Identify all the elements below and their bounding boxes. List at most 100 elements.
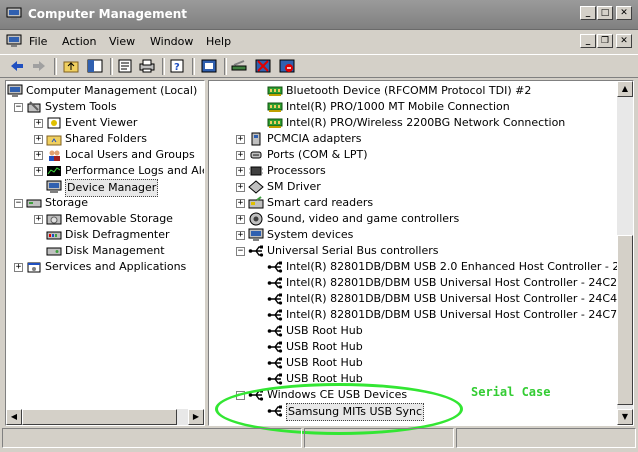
properties-icon[interactable] <box>116 58 134 74</box>
tree-item-label: Smart card readers <box>267 196 374 209</box>
expand-icon[interactable]: + <box>236 167 245 176</box>
help-icon[interactable]: ? <box>168 58 186 74</box>
device-list-pane: Bluetooth Device (RFCOMM Protocol TDI) #… <box>208 80 634 426</box>
back-arrow-icon[interactable] <box>8 58 26 74</box>
tree-item-label: PCMCIA adapters <box>267 132 362 145</box>
tree-item-label: Intel(R) 82801DB/DBM USB 2.0 Enhanced Ho… <box>286 260 634 273</box>
expand-icon[interactable]: + <box>34 215 43 224</box>
tree-item[interactable]: + PCMCIA adapters <box>209 131 609 147</box>
horizontal-scrollbar[interactable]: ◀ ▶ <box>6 409 204 425</box>
menu-file[interactable]: File <box>29 35 47 48</box>
tree-item-label: Performance Logs and Alerts <box>65 164 204 177</box>
scan-hardware-icon[interactable] <box>200 58 218 74</box>
pcmcia-icon <box>251 132 261 146</box>
tree-item[interactable]: − Storage <box>6 195 204 211</box>
collapse-icon[interactable]: − <box>14 199 23 208</box>
ports-icon <box>250 151 262 159</box>
tree-item[interactable]: Intel(R) PRO/1000 MT Mobile Connection <box>209 99 609 115</box>
tree-item[interactable]: + Performance Logs and Alerts <box>6 163 204 179</box>
tree-item[interactable]: + Processors <box>209 163 609 179</box>
scroll-thumb[interactable] <box>617 235 633 405</box>
expand-icon[interactable]: + <box>236 183 245 192</box>
uninstall-icon[interactable] <box>254 58 272 74</box>
tree-item[interactable]: + Sound, video and game controllers <box>209 211 609 227</box>
tree-item-label: Event Viewer <box>65 116 138 129</box>
tree-item[interactable]: Bluetooth Device (RFCOMM Protocol TDI) #… <box>209 83 609 99</box>
print-icon[interactable] <box>138 58 156 74</box>
tree-item[interactable]: Intel(R) 82801DB/DBM USB Universal Host … <box>209 275 617 291</box>
tree-item[interactable]: + Shared Folders <box>6 131 204 147</box>
tree-item[interactable]: USB Root Hub <box>209 355 609 371</box>
mdi-restore-button[interactable]: ❐ <box>597 34 613 48</box>
usb-icon <box>267 261 283 273</box>
tree-item-label: USB Root Hub <box>286 340 363 353</box>
tree-item[interactable]: −Computer Management (Local) <box>6 83 204 99</box>
toolbar-separator <box>110 58 113 75</box>
tree-item[interactable]: Intel(R) 82801DB/DBM USB 2.0 Enhanced Ho… <box>209 259 633 275</box>
scroll-left-button[interactable]: ◀ <box>6 409 22 425</box>
defrag-icon <box>46 231 62 240</box>
tree-item[interactable]: Disk Defragmenter <box>6 227 204 243</box>
status-bar <box>2 428 636 448</box>
scroll-up-button[interactable]: ▲ <box>617 81 633 97</box>
tree-item[interactable]: USB Root Hub <box>209 323 609 339</box>
menu-action[interactable]: Action <box>62 35 96 48</box>
tree-item[interactable]: + SM Driver <box>209 179 609 195</box>
menu-view[interactable]: View <box>109 35 135 48</box>
show-hide-tree-icon[interactable] <box>86 58 104 74</box>
tree-item[interactable]: + Ports (COM & LPT) <box>209 147 609 163</box>
tree-item[interactable]: Intel(R) PRO/Wireless 2200BG Network Con… <box>209 115 609 131</box>
up-folder-icon[interactable] <box>62 58 80 74</box>
scroll-thumb[interactable] <box>22 409 177 425</box>
update-driver-icon[interactable] <box>230 58 248 74</box>
sound-icon <box>249 212 263 226</box>
expand-icon[interactable]: + <box>236 215 245 224</box>
maximize-button[interactable]: □ <box>597 6 613 20</box>
collapse-icon[interactable]: − <box>236 247 245 256</box>
tree-item[interactable]: − System Tools <box>6 99 204 115</box>
close-button[interactable]: ✕ <box>616 6 632 20</box>
expand-icon[interactable]: + <box>236 231 245 240</box>
expand-icon[interactable]: + <box>34 167 43 176</box>
tree-item-label: System devices <box>267 228 354 241</box>
forward-arrow-icon[interactable] <box>30 58 48 74</box>
menu-window[interactable]: Window <box>150 35 193 48</box>
scroll-right-button[interactable]: ▶ <box>188 409 204 425</box>
expand-icon[interactable]: + <box>236 135 245 144</box>
usb-icon <box>267 309 283 321</box>
collapse-icon[interactable]: − <box>14 103 23 112</box>
tree-item-label: Intel(R) PRO/Wireless 2200BG Network Con… <box>286 116 566 129</box>
expand-icon[interactable]: + <box>34 151 43 160</box>
expand-icon[interactable]: + <box>236 199 245 208</box>
expand-icon[interactable]: + <box>34 119 43 128</box>
tree-item[interactable]: Intel(R) 82801DB/DBM USB Universal Host … <box>209 307 617 323</box>
tree-item[interactable]: Device Manager <box>6 179 204 197</box>
scroll-down-button[interactable]: ▼ <box>617 409 633 425</box>
vertical-scrollbar[interactable]: ▲ ▼ <box>617 81 633 425</box>
svg-text:?: ? <box>174 62 180 73</box>
disable-device-icon[interactable] <box>278 58 296 74</box>
mdi-close-button[interactable]: ✕ <box>616 34 632 48</box>
tree-item[interactable]: Disk Management <box>6 243 204 259</box>
tree-item[interactable]: + Event Viewer <box>6 115 204 131</box>
toolbar-separator <box>162 58 165 75</box>
menu-help[interactable]: Help <box>206 35 231 48</box>
expand-icon[interactable]: + <box>236 151 245 160</box>
tree-item[interactable]: + Smart card readers <box>209 195 609 211</box>
system-menu-icon[interactable] <box>6 34 22 48</box>
toolbar-separator <box>224 58 227 75</box>
tree-item[interactable]: + Removable Storage <box>6 211 204 227</box>
tree-item-label: Removable Storage <box>65 212 173 225</box>
tree-item-label: Storage <box>45 196 89 209</box>
mdi-minimize-button[interactable]: _ <box>580 34 596 48</box>
tree-item[interactable]: − Universal Serial Bus controllers <box>209 243 609 259</box>
tree-item[interactable]: + Local Users and Groups <box>6 147 204 163</box>
minimize-button[interactable]: _ <box>580 6 596 20</box>
expand-icon[interactable]: + <box>14 263 23 272</box>
network-card-icon <box>267 102 283 112</box>
expand-icon[interactable]: + <box>34 135 43 144</box>
tree-item[interactable]: + Services and Applications <box>6 259 204 275</box>
tree-item[interactable]: USB Root Hub <box>209 339 609 355</box>
tree-item[interactable]: Intel(R) 82801DB/DBM USB Universal Host … <box>209 291 617 307</box>
tree-item[interactable]: + System devices <box>209 227 609 243</box>
